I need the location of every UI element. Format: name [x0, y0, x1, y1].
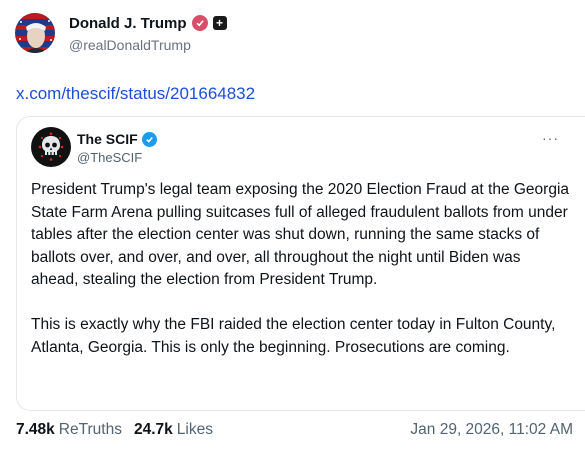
- retruths-label: ReTruths: [58, 421, 122, 438]
- retruths-stat[interactable]: 7.48k ReTruths: [16, 421, 122, 439]
- likes-stat[interactable]: 24.7k Likes: [134, 421, 213, 439]
- post-footer: 7.48k ReTruths 24.7k Likes Jan 29, 2026, 1…: [16, 421, 573, 439]
- likes-count: 24.7k: [133, 421, 173, 438]
- avatar[interactable]: [15, 12, 55, 53]
- likes-label: Likes: [176, 421, 213, 438]
- retruths-count: 7.48k: [16, 421, 55, 438]
- author-info: Donald J. Trump + @realDonaldTrump: [69, 12, 227, 53]
- quoted-display-name[interactable]: The SCIF: [77, 131, 138, 147]
- verified-badge-icon: [191, 15, 208, 31]
- verified-check-icon: [141, 131, 157, 147]
- more-options-icon[interactable]: ···: [542, 131, 559, 145]
- post-link[interactable]: x.com/thescif/status/201664832: [16, 84, 255, 104]
- author-display-name[interactable]: Donald J. Trump: [69, 15, 187, 32]
- quoted-handle[interactable]: @TheSCIF: [77, 150, 157, 165]
- quoted-header: The SCIF @TheSCIF: [31, 127, 157, 167]
- quoted-author-info: The SCIF @TheSCIF: [77, 130, 157, 165]
- post-header: Donald J. Trump + @realDonaldTrump: [15, 12, 227, 53]
- quoted-name-row: The SCIF: [77, 130, 157, 149]
- skull-avatar-icon[interactable]: [31, 127, 71, 167]
- quoted-paragraph-1: President Trump's legal team exposing th…: [31, 181, 570, 288]
- plus-icon: +: [212, 16, 227, 30]
- post-timestamp[interactable]: Jan 29, 2026, 11:02 AM: [410, 421, 573, 439]
- author-handle[interactable]: @realDonaldTrump: [69, 37, 227, 53]
- post-page: Donald J. Trump + @realDonaldTrump x.com…: [0, 0, 585, 453]
- author-name-row: Donald J. Trump +: [69, 12, 227, 34]
- quoted-paragraph-2: This is exactly why the FBI raided the e…: [31, 316, 556, 356]
- quoted-post-text: President Trump's legal team exposing th…: [31, 179, 571, 359]
- quoted-post-card[interactable]: The SCIF @TheSCIF ··· President Trump's …: [16, 116, 585, 411]
